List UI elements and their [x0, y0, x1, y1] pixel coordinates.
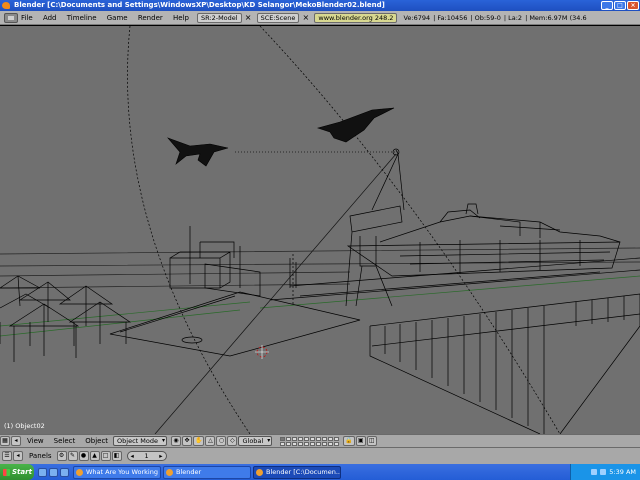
pivot-icon[interactable]: ✥ [182, 436, 192, 446]
stat-objects: Ob:59-0 [474, 13, 501, 22]
render-preview-icon[interactable]: ▣ [355, 436, 366, 446]
start-label: Start [12, 468, 32, 476]
object-icon[interactable]: ▲ [89, 451, 100, 461]
buttons-window-type-icon[interactable]: ☰ [2, 451, 12, 461]
menu-add[interactable]: Add [43, 14, 57, 22]
scale-icon[interactable]: ◇ [227, 436, 238, 446]
blender-app-icon [2, 2, 10, 9]
main-menu: File Add Timeline Game Render Help [21, 14, 197, 22]
active-object-label: (1) Object02 [4, 422, 45, 430]
clock[interactable]: 5:39 AM [609, 468, 636, 476]
desktop-icon[interactable] [49, 467, 58, 477]
page-number: 1 [144, 452, 149, 460]
menu-game[interactable]: Game [107, 14, 128, 22]
ie-icon[interactable] [38, 467, 47, 477]
orientation-dropdown[interactable]: Global [238, 436, 273, 446]
stat-faces: Fa:10456 [437, 13, 468, 22]
windows-logo-icon [3, 468, 10, 476]
screen-selector[interactable]: SR:2-Model [196, 12, 242, 23]
menu-view[interactable]: View [27, 437, 44, 445]
translate-icon[interactable]: △ [205, 436, 216, 446]
page-prev-icon[interactable]: ◂ [131, 452, 134, 460]
logic-icon[interactable]: ⚙ [56, 451, 67, 461]
start-button[interactable]: Start [0, 464, 34, 480]
stat-verts: Ve:6794 [403, 13, 431, 22]
manipulator-icon[interactable]: ✋ [193, 436, 205, 446]
network-icon[interactable] [591, 469, 598, 475]
mode-dropdown[interactable]: Object Mode [113, 436, 167, 446]
script-icon[interactable]: ✎ [67, 451, 78, 461]
3d-viewport[interactable]: (1) Object02 [0, 26, 640, 434]
minimize-button[interactable]: _ [601, 1, 613, 10]
menu-render[interactable]: Render [138, 14, 163, 22]
stat-memory: Mem:6.97M (34.6 [529, 13, 587, 22]
shading-icon[interactable]: ● [78, 451, 89, 461]
page-next-icon[interactable]: ▸ [159, 452, 162, 460]
draw-type-icon[interactable]: ◉ [171, 436, 181, 446]
editing-icon[interactable]: □ [100, 451, 111, 461]
buttons-collapse-icon[interactable]: ◂ [13, 451, 23, 461]
delete-scene-icon[interactable]: × [301, 13, 310, 23]
buttons-header: ☰ ◂ Panels ⚙ ✎ ● ▲ □ ◧ ◂ 1 ▸ [0, 447, 640, 464]
lock-icon[interactable]: 🔒 [343, 436, 355, 446]
scene-selector[interactable]: SCE:Scene [256, 12, 300, 23]
rotate-icon[interactable]: ○ [216, 436, 227, 446]
system-tray: 5:39 AM [570, 464, 640, 480]
menu-select[interactable]: Select [54, 437, 76, 445]
view-type-icon[interactable]: ▦ [0, 436, 10, 446]
stat-lamps: La:2 [508, 13, 523, 22]
menu-help[interactable]: Help [173, 14, 189, 22]
page-stepper[interactable]: ◂ 1 ▸ [126, 451, 167, 461]
taskbar: Start What Are You Working O... Blender … [0, 464, 640, 480]
menu-timeline[interactable]: Timeline [67, 14, 97, 22]
opengl-render-icon[interactable]: ◫ [366, 436, 377, 446]
blender-url[interactable]: www.blender.org 248.2 [314, 12, 398, 23]
taskbar-item-blender-file[interactable]: Blender [C:\Documen... [253, 465, 341, 479]
close-button[interactable]: × [627, 1, 639, 10]
info-header: File Add Timeline Game Render Help SR:2-… [0, 11, 640, 25]
window-title-bar: Blender [C:\Documents and Settings\Windo… [0, 0, 640, 11]
window-title: Blender [C:\Documents and Settings\Windo… [14, 1, 385, 9]
3d-view-header: ▦ ◂ View Select Object Object Mode ◉ ✥ ✋… [0, 434, 640, 447]
scene-stats: Ve:6794 | Fa:10456 | Ob:59-0 | La:2 | Mem:6.… [403, 13, 587, 22]
delete-screen-icon[interactable]: × [244, 13, 253, 23]
wireframe-scene [0, 26, 640, 434]
layer-buttons[interactable] [280, 436, 340, 446]
panels-menu[interactable]: Panels [29, 452, 52, 460]
media-icon[interactable] [60, 467, 69, 477]
taskbar-item-browser[interactable]: What Are You Working O... [73, 465, 161, 479]
scene-icon[interactable]: ◧ [111, 451, 122, 461]
window-type-icon[interactable] [4, 12, 18, 23]
volume-icon[interactable] [600, 469, 607, 475]
quick-launch [38, 467, 69, 477]
menu-object[interactable]: Object [85, 437, 108, 445]
taskbar-item-blender[interactable]: Blender [163, 465, 251, 479]
collapse-icon[interactable]: ◂ [11, 436, 21, 446]
menu-file[interactable]: File [21, 14, 33, 22]
maximize-button[interactable]: □ [614, 1, 626, 10]
